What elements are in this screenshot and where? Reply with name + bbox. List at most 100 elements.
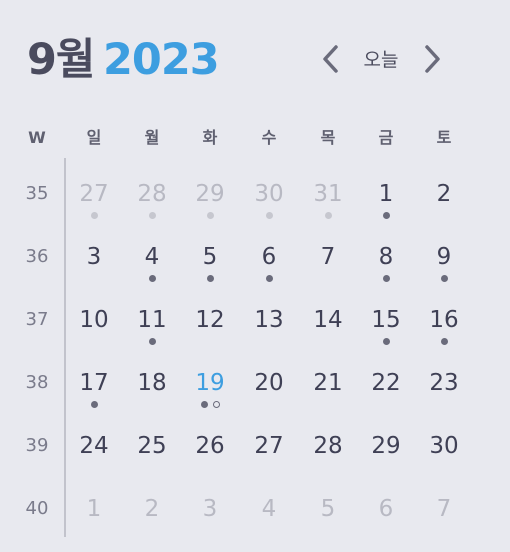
day-cell[interactable]: 20 (240, 359, 298, 419)
today-button[interactable]: 오늘 (356, 46, 406, 74)
week-number: 36 (25, 246, 49, 267)
day-cell[interactable]: 12 (181, 296, 239, 356)
day-number: 21 (313, 370, 343, 396)
week-number: 38 (25, 372, 49, 393)
day-number: 20 (254, 370, 284, 396)
event-dot-icon (324, 212, 332, 219)
day-number: 5 (202, 244, 218, 270)
event-dot-icon (90, 401, 98, 408)
day-cell[interactable]: 7 (415, 485, 473, 545)
day-number: 16 (429, 307, 459, 333)
day-cell[interactable]: 23 (415, 359, 473, 419)
day-cell[interactable]: 8 (357, 233, 415, 293)
event-dot-icon (265, 212, 273, 219)
day-number: 27 (79, 181, 109, 207)
prev-month-button[interactable] (315, 42, 345, 76)
event-indicators (240, 275, 298, 282)
day-cell[interactable]: 6 (357, 485, 415, 545)
day-cell[interactable]: 25 (123, 422, 181, 482)
day-cell[interactable]: 28 (299, 422, 357, 482)
day-number: 4 (261, 496, 277, 522)
day-number: 2 (144, 496, 160, 522)
day-cell[interactable]: 21 (299, 359, 357, 419)
day-number: 2 (436, 181, 452, 207)
day-cell[interactable]: 5 (181, 233, 239, 293)
day-cell[interactable]: 7 (299, 233, 357, 293)
weekday-mon: 월 (144, 128, 160, 147)
day-cell[interactable]: 11 (123, 296, 181, 356)
event-indicators (357, 338, 415, 345)
day-cell[interactable]: 9 (415, 233, 473, 293)
day-cell[interactable]: 16 (415, 296, 473, 356)
week-row: 37 10 11 12 13 14 15 16 (0, 296, 510, 359)
event-indicators (123, 338, 181, 345)
event-ring-icon (212, 401, 220, 408)
day-number: 7 (436, 496, 452, 522)
day-cell[interactable]: 27 (65, 170, 123, 230)
day-number: 19 (195, 370, 225, 396)
day-cell[interactable]: 13 (240, 296, 298, 356)
day-cell[interactable]: 26 (181, 422, 239, 482)
day-cell[interactable]: 4 (123, 233, 181, 293)
day-number: 18 (137, 370, 167, 396)
event-indicators (415, 275, 473, 282)
day-number: 31 (313, 181, 343, 207)
day-number: 29 (195, 181, 225, 207)
day-cell[interactable]: 28 (123, 170, 181, 230)
week-number: 40 (25, 498, 49, 519)
day-cell[interactable]: 5 (299, 485, 357, 545)
day-cell[interactable]: 17 (65, 359, 123, 419)
event-dot-icon (148, 212, 156, 219)
day-cell[interactable]: 31 (299, 170, 357, 230)
day-cell[interactable]: 27 (240, 422, 298, 482)
event-dot-icon (206, 275, 214, 282)
next-month-button[interactable] (418, 42, 448, 76)
day-cell[interactable]: 3 (65, 233, 123, 293)
day-cell[interactable]: 2 (123, 485, 181, 545)
day-number: 27 (254, 433, 284, 459)
day-cell[interactable]: 14 (299, 296, 357, 356)
day-number: 6 (261, 244, 277, 270)
day-cell[interactable]: 29 (357, 422, 415, 482)
day-number: 30 (429, 433, 459, 459)
day-number: 26 (195, 433, 225, 459)
day-cell[interactable]: 22 (357, 359, 415, 419)
day-number: 28 (313, 433, 343, 459)
event-dot-icon (440, 275, 448, 282)
day-number: 9 (436, 244, 452, 270)
event-dot-icon (200, 401, 208, 408)
day-number: 22 (371, 370, 401, 396)
day-cell-today[interactable]: 19 (181, 359, 239, 419)
day-cell[interactable]: 4 (240, 485, 298, 545)
weekday-sun: 일 (86, 128, 102, 147)
day-number: 30 (254, 181, 284, 207)
day-cell[interactable]: 30 (240, 170, 298, 230)
event-indicators (123, 212, 181, 219)
day-number: 1 (378, 181, 394, 207)
day-cell[interactable]: 1 (65, 485, 123, 545)
day-number: 25 (137, 433, 167, 459)
week-row: 36 3 4 5 6 7 8 9 (0, 233, 510, 296)
day-cell[interactable]: 18 (123, 359, 181, 419)
event-indicators (240, 212, 298, 219)
weekday-sat: 토 (436, 128, 452, 147)
event-dot-icon (206, 212, 214, 219)
day-cell[interactable]: 3 (181, 485, 239, 545)
day-number: 12 (195, 307, 225, 333)
event-dot-icon (148, 338, 156, 345)
week-number: 37 (25, 309, 49, 330)
week-number-heading: W (28, 128, 46, 147)
year-title: 2023 (103, 35, 220, 85)
day-cell[interactable]: 10 (65, 296, 123, 356)
day-cell[interactable]: 15 (357, 296, 415, 356)
event-indicators (181, 275, 239, 282)
day-cell[interactable]: 24 (65, 422, 123, 482)
event-indicators (357, 275, 415, 282)
weekday-fri: 금 (378, 128, 394, 147)
day-cell[interactable]: 2 (415, 170, 473, 230)
day-cell[interactable]: 29 (181, 170, 239, 230)
event-dot-icon (440, 338, 448, 345)
day-cell[interactable]: 1 (357, 170, 415, 230)
day-cell[interactable]: 6 (240, 233, 298, 293)
day-cell[interactable]: 30 (415, 422, 473, 482)
